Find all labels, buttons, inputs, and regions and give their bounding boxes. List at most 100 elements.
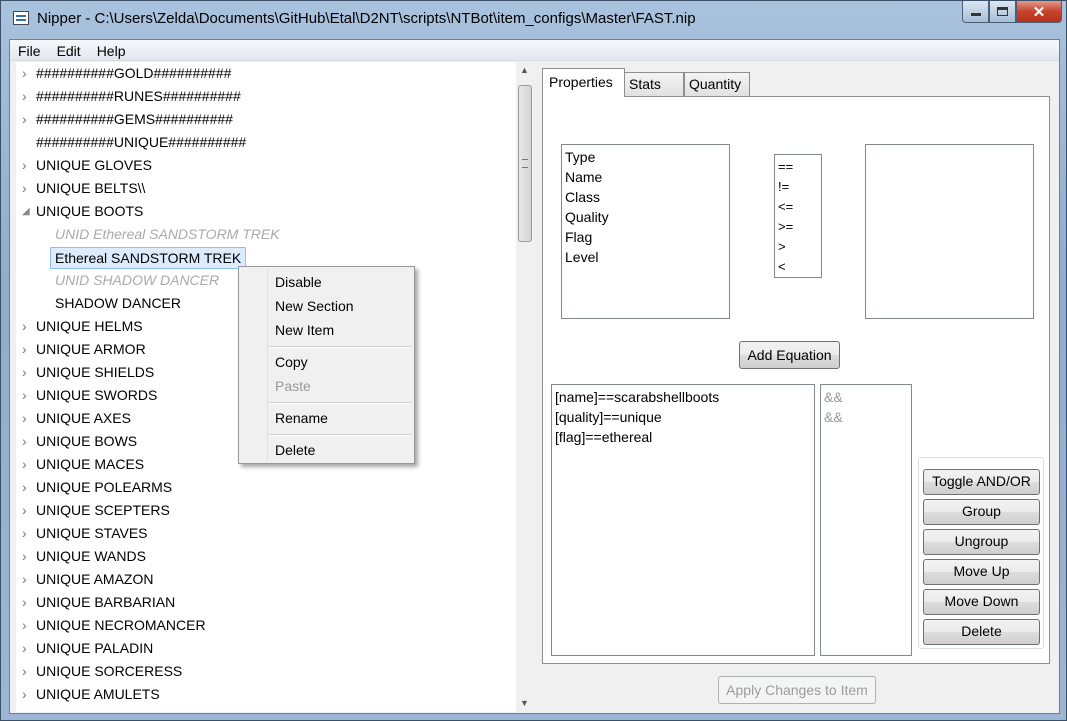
list-item[interactable]: [quality]==unique <box>552 407 814 427</box>
group-button[interactable]: Group <box>923 499 1040 525</box>
collapsed-arrow-icon[interactable]: › <box>22 430 32 453</box>
operator-list[interactable]: == != <= >= > < <box>774 154 822 278</box>
ctx-new-section[interactable]: New Section <box>275 295 354 317</box>
collapsed-arrow-icon[interactable]: › <box>22 660 32 683</box>
tab-properties[interactable]: Properties <box>542 68 625 97</box>
tree-item[interactable]: › UNIQUE BARBARIAN <box>16 591 506 614</box>
collapsed-arrow-icon[interactable]: › <box>22 568 32 591</box>
tree-item[interactable]: › ##########RUNES########## <box>16 85 506 108</box>
move-down-button[interactable]: Move Down <box>923 589 1040 615</box>
collapsed-arrow-icon[interactable]: › <box>22 476 32 499</box>
tree-item[interactable]: › UNIQUE AMULETS <box>16 683 506 706</box>
tree-item-label: UNIQUE SHIELDS <box>36 364 155 380</box>
collapsed-arrow-icon[interactable]: › <box>22 637 32 660</box>
tree-item[interactable]: ◢ UNIQUE BOOTS <box>16 200 506 223</box>
connector-list[interactable]: && && <box>820 384 912 656</box>
field-list[interactable]: Type Name Class Quality Flag Level <box>561 144 730 319</box>
list-item[interactable]: != <box>775 177 821 197</box>
equation-list[interactable]: [name]==scarabshellboots [quality]==uniqu… <box>551 384 815 656</box>
tree-item[interactable]: ##########UNIQUE########## <box>16 131 506 154</box>
tree-item-label: UNID SHADOW DANCER <box>55 272 220 288</box>
value-list[interactable] <box>865 144 1034 319</box>
collapsed-arrow-icon[interactable]: › <box>22 338 32 361</box>
list-item[interactable]: <= <box>775 197 821 217</box>
window-title: Nipper - C:\Users\Zelda\Documents\GitHub… <box>37 10 696 27</box>
collapsed-arrow-icon[interactable]: › <box>22 683 32 706</box>
ctx-disable[interactable]: Disable <box>275 271 322 293</box>
tree-item[interactable]: › UNIQUE AMAZON <box>16 568 506 591</box>
context-menu: Disable New Section New Item Copy Paste … <box>238 266 415 464</box>
minimize-button[interactable] <box>962 1 989 23</box>
collapsed-arrow-icon[interactable]: › <box>22 154 32 177</box>
list-item[interactable]: Class <box>562 187 729 207</box>
tree-item[interactable]: › UNIQUE SORCERESS <box>16 660 506 683</box>
list-item[interactable]: && <box>821 407 911 427</box>
menu-help[interactable]: Help <box>89 40 134 61</box>
menu-edit[interactable]: Edit <box>49 40 89 61</box>
tree-scrollbar[interactable]: ▲ ▼ <box>516 62 533 712</box>
tab-stats[interactable]: Stats <box>624 72 684 96</box>
title-bar[interactable]: Nipper - C:\Users\Zelda\Documents\GitHub… <box>1 1 1067 39</box>
ctx-rename[interactable]: Rename <box>275 407 328 429</box>
collapsed-arrow-icon[interactable]: › <box>22 522 32 545</box>
list-item[interactable]: [name]==scarabshellboots <box>552 387 814 407</box>
list-item[interactable]: == <box>775 157 821 177</box>
ctx-new-item[interactable]: New Item <box>275 319 334 341</box>
list-item[interactable]: >= <box>775 217 821 237</box>
tree-item[interactable]: › UNIQUE BELTS\\ <box>16 177 506 200</box>
list-item[interactable]: < <box>775 257 821 277</box>
collapsed-arrow-icon[interactable]: › <box>22 85 32 108</box>
close-button[interactable]: ✕ <box>1016 1 1062 23</box>
tree-item-label: ##########GOLD########## <box>36 65 232 81</box>
list-item[interactable]: && <box>821 387 911 407</box>
tree-item[interactable]: UNID Ethereal SANDSTORM TREK <box>16 223 506 246</box>
app-icon <box>13 11 29 25</box>
collapsed-arrow-icon[interactable]: › <box>22 453 32 476</box>
expanded-arrow-icon[interactable]: ◢ <box>22 200 32 223</box>
list-item[interactable]: Flag <box>562 227 729 247</box>
collapsed-arrow-icon[interactable]: › <box>22 591 32 614</box>
tree-item[interactable]: › UNIQUE POLEARMS <box>16 476 506 499</box>
collapsed-arrow-icon[interactable]: › <box>22 177 32 200</box>
list-item[interactable]: [flag]==ethereal <box>552 427 814 447</box>
add-equation-button[interactable]: Add Equation <box>739 341 840 369</box>
properties-panel: Type Name Class Quality Flag Level == != <= >= > <… <box>542 96 1050 664</box>
toggle-and-or-button[interactable]: Toggle AND/OR <box>923 469 1040 495</box>
tree-item[interactable]: › UNIQUE WANDS <box>16 545 506 568</box>
scroll-up-icon[interactable]: ▲ <box>516 62 533 79</box>
ungroup-button[interactable]: Ungroup <box>923 529 1040 555</box>
tree-item[interactable]: › UNIQUE SCEPTERS <box>16 499 506 522</box>
collapsed-arrow-icon[interactable]: › <box>22 108 32 131</box>
scroll-thumb[interactable] <box>518 85 532 242</box>
collapsed-arrow-icon[interactable]: › <box>22 62 32 85</box>
menu-file[interactable]: File <box>10 40 49 61</box>
collapsed-arrow-icon[interactable]: › <box>22 499 32 522</box>
apply-changes-button[interactable]: Apply Changes to Item <box>718 676 876 704</box>
scroll-down-icon[interactable]: ▼ <box>516 695 533 712</box>
list-item[interactable]: Quality <box>562 207 729 227</box>
ctx-copy[interactable]: Copy <box>275 351 308 373</box>
collapsed-arrow-icon[interactable]: › <box>22 407 32 430</box>
list-item[interactable]: Name <box>562 167 729 187</box>
tree-item-label: UNIQUE GLOVES <box>36 157 152 173</box>
collapsed-arrow-icon[interactable]: › <box>22 614 32 637</box>
collapsed-arrow-icon[interactable]: › <box>22 315 32 338</box>
move-up-button[interactable]: Move Up <box>923 559 1040 585</box>
list-item[interactable]: Type <box>562 147 729 167</box>
list-item[interactable]: > <box>775 237 821 257</box>
collapsed-arrow-icon[interactable]: › <box>22 361 32 384</box>
tab-quantity[interactable]: Quantity <box>684 72 750 96</box>
tree-item[interactable]: › ##########GOLD########## <box>16 62 506 85</box>
client-area: File Edit Help › ##########GOLD##########… <box>9 39 1060 714</box>
tree-item[interactable]: › UNIQUE NECROMANCER <box>16 614 506 637</box>
tree-item[interactable]: › UNIQUE GLOVES <box>16 154 506 177</box>
tree-item[interactable]: › UNIQUE STAVES <box>16 522 506 545</box>
tree-item[interactable]: › ##########GEMS########## <box>16 108 506 131</box>
collapsed-arrow-icon[interactable]: › <box>22 384 32 407</box>
ctx-delete[interactable]: Delete <box>275 439 315 461</box>
tree-item[interactable]: › UNIQUE PALADIN <box>16 637 506 660</box>
collapsed-arrow-icon[interactable]: › <box>22 545 32 568</box>
list-item[interactable]: Level <box>562 247 729 267</box>
delete-equation-button[interactable]: Delete <box>923 619 1040 645</box>
maximize-button[interactable] <box>989 1 1016 23</box>
